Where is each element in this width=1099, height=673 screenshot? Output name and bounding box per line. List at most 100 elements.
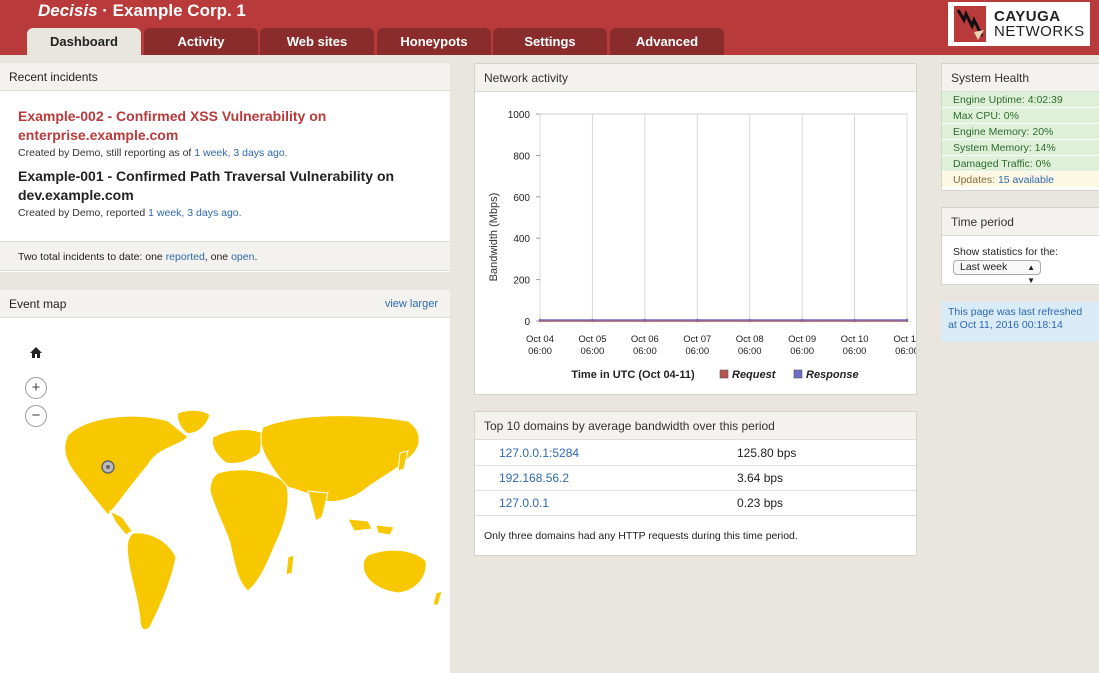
domain-bandwidth: 0.23 bps	[737, 496, 784, 510]
summary-text: Two total incidents to date: one	[18, 251, 166, 263]
tab-dashboard[interactable]: Dashboard	[27, 28, 141, 55]
network-activity-panel: Network activity 0 200 400 600 800 1000 Oct 0…	[474, 63, 917, 395]
network-activity-heading: Network activity	[475, 64, 916, 92]
domain-link[interactable]: 127.0.0.1:5284	[499, 441, 579, 466]
title-separator: ·	[97, 1, 113, 20]
table-row: 192.168.56.2 3.64 bps	[475, 466, 916, 491]
table-row: 127.0.0.1:5284 125.80 bps	[475, 441, 916, 466]
select-arrows-icon: ▲ ▼	[1027, 263, 1035, 285]
bandwidth-chart: 02004006008001000 Oct 0406:00Oct 0506:00…	[488, 110, 916, 381]
reported-link[interactable]: reported	[166, 251, 205, 263]
incident-meta-text: Created by Demo, reported	[18, 207, 149, 219]
home-icon[interactable]	[25, 342, 47, 364]
domains-note: Only three domains had any HTTP requests…	[484, 530, 798, 542]
data-point	[853, 318, 856, 322]
top-domains-heading: Top 10 domains by average bandwidth over…	[475, 412, 916, 440]
open-link[interactable]: open	[231, 251, 254, 263]
y-tick-label: 200	[513, 276, 530, 287]
y-axis-label: Bandwidth (Mbps)	[488, 193, 500, 282]
incident-item: Example-002 - Confirmed XSS Vulnerabilit…	[18, 107, 438, 159]
data-point	[905, 318, 909, 322]
time-period-label: Show statistics for the:	[953, 246, 1059, 258]
updates-label: Updates:	[953, 174, 998, 186]
company-logo: CAYUGA NETWORKS	[948, 2, 1090, 46]
x-tick-label: Oct 08	[736, 334, 764, 345]
data-point	[643, 318, 647, 322]
tab-advanced[interactable]: Advanced	[610, 28, 724, 55]
domain-bandwidth: 3.64 bps	[737, 471, 784, 485]
legend-request-swatch	[719, 369, 729, 379]
x-tick-label: Oct 10	[841, 334, 869, 345]
incident-meta: Created by Demo, reported 1 week, 3 days…	[18, 207, 438, 219]
tab-web-sites[interactable]: Web sites	[260, 28, 374, 55]
system-health-heading: System Health	[942, 64, 1099, 92]
column-gap	[0, 272, 450, 290]
x-tick-label: 06:00	[581, 346, 605, 357]
event-map-heading: Event map	[9, 297, 67, 311]
zoom-in-button[interactable]: +	[25, 377, 47, 399]
legend-response-swatch	[793, 369, 803, 379]
x-tick-label: Oct 05	[578, 334, 606, 345]
view-larger-link[interactable]: view larger	[385, 290, 438, 318]
health-row: System Memory: 14%	[942, 140, 1099, 156]
tab-activity[interactable]: Activity	[144, 28, 258, 55]
x-tick-label: 06:00	[738, 346, 762, 357]
data-point	[748, 318, 751, 322]
x-tick-label: Oct 04	[526, 334, 554, 345]
incident-item: Example-001 - Confirmed Path Traversal V…	[18, 167, 438, 219]
org-name: Example Corp. 1	[112, 1, 246, 20]
legend-response-label: Response	[806, 369, 859, 381]
health-row: Engine Memory: 20%	[942, 124, 1099, 140]
y-tick-label: 600	[513, 193, 530, 204]
logo-line-2: NETWORKS	[994, 23, 1085, 40]
incidents-heading: Recent incidents	[0, 63, 450, 91]
updates-link[interactable]: 15 available	[998, 174, 1054, 186]
incident-time-link[interactable]: 1 week, 3 days ago.	[148, 207, 241, 219]
data-point	[538, 318, 542, 322]
tab-settings[interactable]: Settings	[493, 28, 607, 55]
legend-request-label: Request	[732, 369, 777, 381]
incident-title-link[interactable]: Example-002 - Confirmed XSS Vulnerabilit…	[18, 107, 438, 145]
x-tick-label: 06:00	[528, 346, 552, 357]
x-tick-label: 06:00	[790, 346, 814, 357]
app-header: Decisis · Example Corp. 1 Dashboard Acti…	[0, 0, 1099, 55]
system-health-panel: System Health Engine Uptime: 4:02:39 Max…	[941, 63, 1099, 191]
last-refreshed-notice: This page was last refreshed at Oct 11, …	[941, 302, 1099, 342]
x-tick-label: 06:00	[633, 346, 657, 357]
event-map-header: Event map view larger	[0, 290, 450, 318]
incidents-summary: Two total incidents to date: one reporte…	[0, 241, 450, 271]
updates-row: Updates: 15 available	[942, 172, 1099, 188]
x-tick-label: Oct 06	[631, 334, 659, 345]
left-column: Recent incidents Example-002 - Confirmed…	[0, 63, 450, 673]
time-period-value: Last week	[960, 261, 1008, 273]
brand-name: Decisis	[38, 1, 98, 20]
y-tick-label: 400	[513, 234, 530, 245]
plot-area	[539, 113, 908, 322]
incident-time-link[interactable]: 1 week, 3 days ago.	[194, 147, 287, 159]
app-title: Decisis · Example Corp. 1	[38, 1, 246, 21]
health-row: Damaged Traffic: 0%	[942, 156, 1099, 172]
logo-mark-icon	[954, 6, 986, 42]
incident-meta: Created by Demo, still reporting as of 1…	[18, 147, 438, 159]
domain-link[interactable]: 192.168.56.2	[499, 466, 569, 491]
domain-link[interactable]: 127.0.0.1	[499, 491, 549, 516]
y-tick-label: 0	[524, 317, 530, 328]
time-period-panel: Time period Show statistics for the: Las…	[941, 207, 1099, 285]
x-axis-label: Time in UTC (Oct 04-11)	[571, 369, 695, 381]
x-tick-label: 06:00	[843, 346, 867, 357]
incident-meta-text: Created by Demo, still reporting as of	[18, 147, 195, 159]
world-map[interactable]	[38, 407, 458, 647]
incident-title-link[interactable]: Example-001 - Confirmed Path Traversal V…	[18, 167, 438, 205]
domain-bandwidth: 125.80 bps	[737, 446, 797, 460]
x-tick-label: Oct 09	[788, 334, 816, 345]
x-tick-label: Oct 11	[893, 334, 916, 345]
data-point	[591, 318, 594, 322]
summary-text: .	[254, 251, 258, 263]
time-period-select[interactable]: Last week ▲ ▼	[953, 260, 1041, 285]
y-tick-label: 1000	[508, 110, 531, 121]
time-period-heading: Time period	[942, 208, 1099, 236]
x-tick-label: 06:00	[685, 346, 709, 357]
tab-honeypots[interactable]: Honeypots	[377, 28, 491, 55]
health-row: Max CPU: 0%	[942, 108, 1099, 124]
data-point	[800, 318, 804, 322]
